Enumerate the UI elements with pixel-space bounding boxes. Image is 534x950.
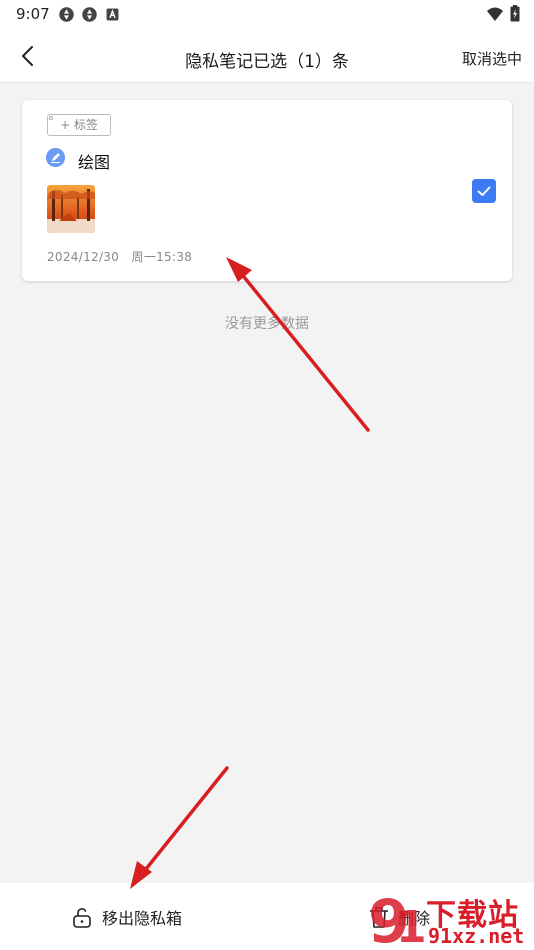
add-tag-label: + 标签 <box>60 118 98 132</box>
note-selected-checkbox[interactable] <box>472 179 496 203</box>
cancel-selection-button[interactable]: 取消选中 <box>462 48 522 69</box>
drawing-thumbnail <box>47 185 95 233</box>
status-bar: 9:07 <box>0 0 534 28</box>
list-end-message: 没有更多数据 <box>225 316 309 332</box>
watermark-url: 91xz.net <box>428 924 525 948</box>
tag-hole-icon <box>49 116 53 120</box>
move-out-label: 移出隐私箱 <box>102 909 183 928</box>
note-date: 2024/12/30 <box>47 250 120 264</box>
note-title: 绘图 <box>78 153 111 172</box>
note-time: 周一15:38 <box>131 250 193 264</box>
annotation-arrow-bottom <box>130 766 229 889</box>
battery-icon <box>510 5 520 22</box>
annotation-arrow-top <box>226 257 370 432</box>
svg-text:1: 1 <box>396 902 427 950</box>
site-watermark: 9 1 下载站 91xz.net <box>366 886 534 950</box>
status-system-icons <box>486 5 520 22</box>
note-timestamp: 2024/12/30 周一15:38 <box>47 248 192 265</box>
add-tag-button[interactable]: + 标签 <box>47 114 111 136</box>
watermark-logo-icon: 9 1 <box>368 887 427 950</box>
note-card[interactable]: + 标签 绘图 2024/12/30 周一15:38 <box>22 100 512 281</box>
sync-icon <box>59 7 74 22</box>
unlock-icon <box>73 908 91 928</box>
sync-icon <box>82 7 97 22</box>
page-title: 隐私笔记已选（1）条 <box>185 52 349 72</box>
wifi-icon <box>487 7 503 21</box>
status-notification-icons <box>58 6 121 23</box>
app-bar: 隐私笔记已选（1）条 取消选中 <box>0 28 534 83</box>
pencil-icon <box>46 148 65 167</box>
move-out-of-private-box-button[interactable]: 移出隐私箱 <box>70 905 182 929</box>
status-time: 9:07 <box>16 5 50 23</box>
a-icon <box>106 8 119 21</box>
